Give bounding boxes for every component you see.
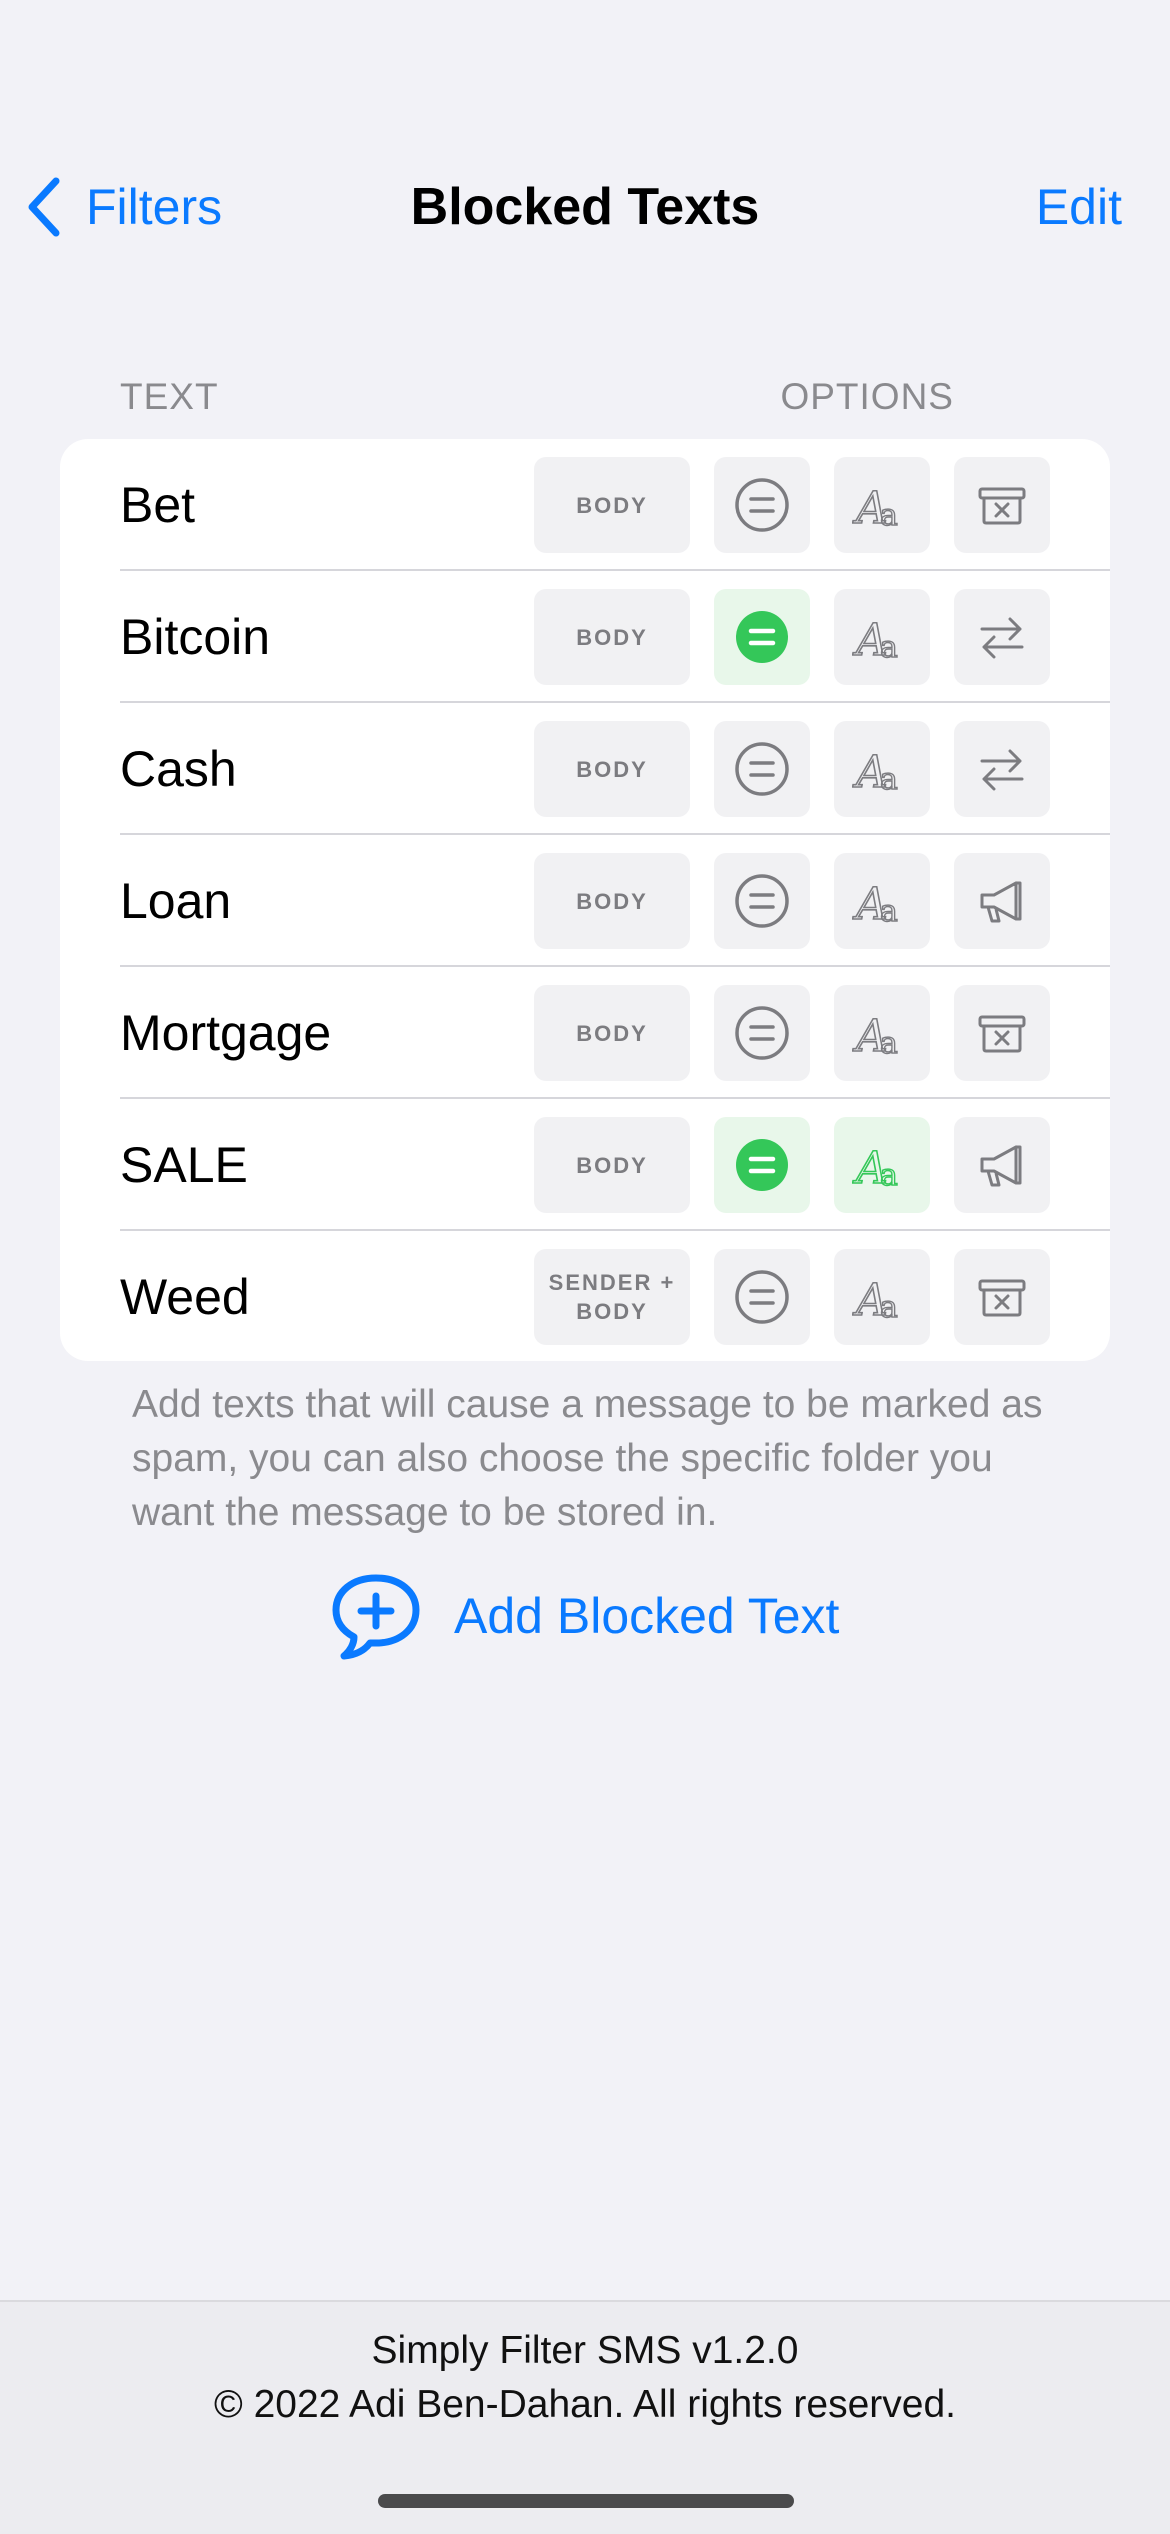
archive-x-icon <box>978 487 1026 525</box>
blocked-text-row[interactable]: Cash BODY Aa <box>60 703 1110 835</box>
match-target-button[interactable]: BODY <box>534 589 690 685</box>
section-footer: Add texts that will cause a message to b… <box>132 1383 1043 1534</box>
target-line-2: BODY <box>576 1299 648 1324</box>
exact-match-button[interactable] <box>714 589 810 685</box>
blocked-text-row[interactable]: Loan BODY Aa <box>60 835 1110 967</box>
case-sensitive-icon: Aa <box>852 1274 899 1327</box>
target-line-1: BODY <box>576 1152 648 1178</box>
blocked-text-row[interactable]: Mortgage BODY Aa <box>60 967 1110 1099</box>
blocked-text-row[interactable]: SALE BODY Aa <box>60 1099 1110 1231</box>
add-blocked-text-button[interactable]: Add Blocked Text <box>328 1568 839 1664</box>
target-line-1: BODY <box>576 756 648 782</box>
page-title: Blocked Texts <box>410 178 760 236</box>
folder-button[interactable] <box>954 589 1050 685</box>
target-line-1: BODY <box>576 1020 648 1046</box>
match-target-button[interactable]: BODY <box>534 1117 690 1213</box>
archive-x-icon <box>978 1015 1026 1053</box>
blocked-text-label: SALE <box>120 1137 248 1193</box>
exact-match-icon <box>736 1139 788 1191</box>
svg-text:a: a <box>880 1158 898 1193</box>
blocked-text-label: Bet <box>120 477 196 533</box>
megaphone-icon <box>980 1145 1022 1187</box>
target-line-1: BODY <box>576 624 648 650</box>
blocked-text-row[interactable]: Bet BODY Aa <box>60 439 1110 571</box>
exact-match-icon <box>735 1006 789 1060</box>
target-line-1: BODY <box>576 888 648 914</box>
case-sensitive-button[interactable]: Aa <box>834 1249 930 1345</box>
case-sensitive-icon: Aa <box>852 746 899 799</box>
svg-text:a: a <box>880 1290 898 1325</box>
blocked-text-label: Bitcoin <box>120 609 271 665</box>
megaphone-icon <box>980 881 1022 923</box>
match-target-button[interactable]: BODY <box>534 853 690 949</box>
case-sensitive-icon: Aa <box>852 1142 899 1195</box>
target-line-1: SENDER + <box>548 1270 676 1295</box>
transfer-arrows-icon <box>980 749 1024 791</box>
exact-match-icon <box>736 611 788 663</box>
add-blocked-text-label: Add Blocked Text <box>454 1588 840 1644</box>
exact-match-button[interactable] <box>714 985 810 1081</box>
exact-match-icon <box>735 742 789 796</box>
exact-match-button[interactable] <box>714 1117 810 1213</box>
folder-button[interactable] <box>954 457 1050 553</box>
folder-button[interactable] <box>954 1117 1050 1213</box>
archive-x-icon <box>978 1279 1026 1317</box>
exact-match-button[interactable] <box>714 721 810 817</box>
folder-button[interactable] <box>954 1249 1050 1345</box>
svg-text:a: a <box>880 894 898 929</box>
case-sensitive-button[interactable]: Aa <box>834 985 930 1081</box>
blocked-text-label: Weed <box>120 1269 250 1325</box>
case-sensitive-icon: Aa <box>852 878 899 931</box>
svg-text:a: a <box>880 630 898 665</box>
exact-match-button[interactable] <box>714 457 810 553</box>
section-header-text: TEXT <box>120 376 219 417</box>
section-header-options: OPTIONS <box>780 376 954 417</box>
match-target-button[interactable]: SENDER + BODY <box>534 1249 690 1345</box>
target-line-1: BODY <box>576 492 648 518</box>
transfer-arrows-icon <box>980 617 1024 659</box>
blocked-text-label: Loan <box>120 873 232 929</box>
add-message-bubble-icon <box>332 1574 420 1660</box>
case-sensitive-button[interactable]: Aa <box>834 721 930 817</box>
case-sensitive-button[interactable]: Aa <box>834 457 930 553</box>
svg-text:a: a <box>880 498 898 533</box>
section-header: TEXT OPTIONS <box>120 376 1050 417</box>
match-target-button[interactable]: BODY <box>534 985 690 1081</box>
edit-button[interactable]: Edit <box>1036 174 1122 240</box>
home-indicator <box>378 2494 794 2508</box>
blocked-text-row[interactable]: Weed SENDER + BODY Aa <box>60 1231 1110 1361</box>
case-sensitive-icon: Aa <box>852 1010 899 1063</box>
case-sensitive-icon: Aa <box>852 482 899 535</box>
case-sensitive-button[interactable]: Aa <box>834 1117 930 1213</box>
navigation-bar: Filters Blocked Texts Edit <box>0 150 1170 265</box>
exact-match-button[interactable] <box>714 853 810 949</box>
exact-match-icon <box>735 1270 789 1324</box>
blocked-text-label: Mortgage <box>120 1005 332 1061</box>
case-sensitive-icon: Aa <box>852 614 899 667</box>
exact-match-icon <box>735 478 789 532</box>
svg-text:a: a <box>880 1026 898 1061</box>
copyright-notice: © 2022 Adi Ben-Dahan. All rights reserve… <box>214 2383 956 2426</box>
folder-button[interactable] <box>954 853 1050 949</box>
blocked-text-label: Cash <box>120 741 237 797</box>
app-version: Simply Filter SMS v1.2.0 <box>371 2329 799 2372</box>
exact-match-button[interactable] <box>714 1249 810 1345</box>
match-target-button[interactable]: BODY <box>534 721 690 817</box>
case-sensitive-button[interactable]: Aa <box>834 853 930 949</box>
exact-match-icon <box>735 874 789 928</box>
case-sensitive-button[interactable]: Aa <box>834 589 930 685</box>
folder-button[interactable] <box>954 721 1050 817</box>
folder-button[interactable] <box>954 985 1050 1081</box>
svg-text:a: a <box>880 762 898 797</box>
blocked-texts-list: Bet BODY Aa Bitcoin BODY Aa Cash BODY Aa Loan BODY… <box>60 439 1110 1361</box>
match-target-button[interactable]: BODY <box>534 457 690 553</box>
blocked-text-row[interactable]: Bitcoin BODY Aa <box>60 571 1110 703</box>
